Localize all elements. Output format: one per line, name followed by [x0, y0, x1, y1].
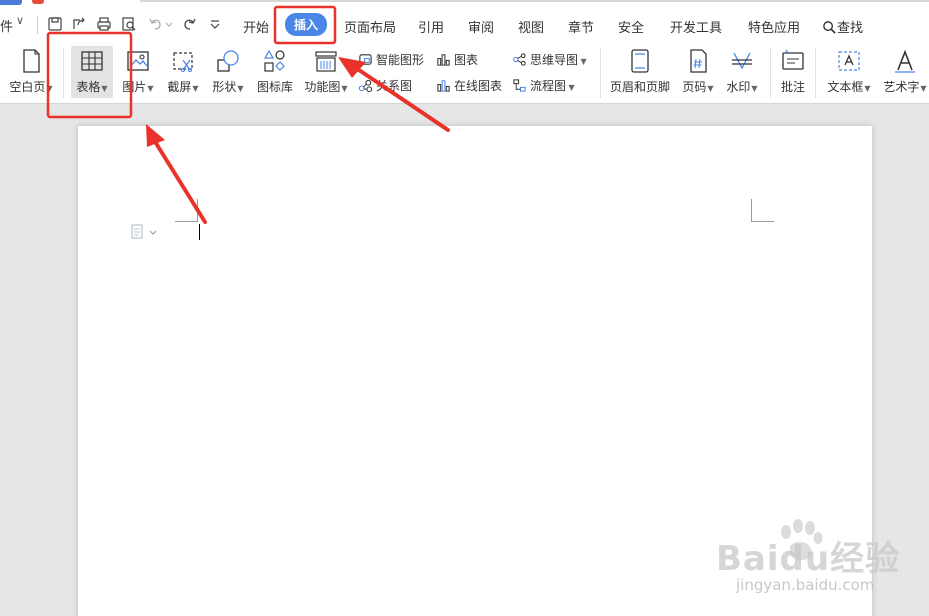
smart-graphic-button[interactable]: 智能图形 — [358, 51, 424, 68]
tab-security[interactable]: 安全 — [618, 17, 644, 36]
chart-button[interactable]: 图表 — [436, 51, 478, 68]
print-icon[interactable] — [96, 16, 112, 32]
undo-dropdown-icon[interactable] — [165, 16, 173, 32]
margin-corner-top-left — [175, 199, 198, 222]
insert-ribbon: 空白页▼ 表格▼ 图片▼ 截屏▼ 形状▼ 图标库 功能图▼ 智能图形 关系图 图… — [0, 42, 929, 104]
tab-developer-tools[interactable]: 开发工具 — [670, 17, 722, 36]
text-box-icon — [836, 48, 862, 74]
tab-home[interactable]: 开始 — [243, 17, 269, 36]
tab-review[interactable]: 审阅 — [468, 17, 494, 36]
function-chart-label: 功能图 — [304, 80, 341, 94]
tab-references[interactable]: 引用 — [418, 17, 444, 36]
tab-section[interactable]: 章节 — [568, 17, 594, 36]
header-footer-button[interactable]: 页眉和页脚 — [608, 48, 672, 95]
file-menu-caret[interactable]: ∨ — [16, 14, 24, 27]
screenshot-label: 截屏 — [167, 80, 192, 94]
comment-label: 批注 — [780, 80, 805, 94]
ribbon-divider — [770, 48, 771, 98]
watermark-label: 水印 — [726, 80, 751, 94]
paragraph-layout-icon[interactable] — [130, 223, 160, 241]
picture-icon — [125, 48, 151, 74]
ribbon-divider — [600, 48, 601, 98]
header-footer-label: 页眉和页脚 — [609, 80, 670, 94]
print-preview-icon[interactable] — [121, 16, 137, 32]
relationship-chart-icon — [358, 79, 373, 93]
table-label: 表格 — [76, 80, 101, 94]
smart-graphic-label: 智能图形 — [376, 53, 425, 67]
flowchart-button[interactable]: 流程图 ▼ — [512, 77, 575, 94]
online-chart-button[interactable]: 在线图表 — [436, 77, 502, 94]
comment-button[interactable]: 批注 — [776, 48, 810, 95]
blank-page-label: 空白页 — [9, 80, 46, 94]
shape-label: 形状 — [212, 80, 237, 94]
screenshot-button[interactable]: 截屏▼ — [164, 48, 202, 95]
text-box-button[interactable]: 文本框▼ — [824, 48, 874, 95]
picture-label: 图片 — [122, 80, 147, 94]
picture-button[interactable]: 图片▼ — [118, 48, 158, 95]
tab-view[interactable]: 视图 — [518, 17, 544, 36]
search-icon — [823, 21, 836, 34]
redo-icon[interactable] — [181, 16, 197, 32]
screenshot-icon — [170, 48, 196, 74]
tab-special-apps[interactable]: 特色应用 — [748, 17, 800, 36]
app-tab-indicator[interactable] — [32, 0, 44, 4]
watermark-brand: Baidu经验 — [716, 539, 901, 579]
search-button[interactable]: 查找 — [822, 17, 863, 36]
undo-icon[interactable] — [148, 16, 164, 32]
shape-button[interactable]: 形状▼ — [208, 48, 248, 95]
word-art-label: 艺术字 — [883, 80, 920, 94]
search-label: 查找 — [837, 21, 864, 36]
margin-corner-top-right — [751, 199, 774, 222]
online-chart-icon — [437, 80, 450, 92]
ribbon-divider — [815, 48, 816, 98]
page-number-icon — [685, 48, 711, 74]
comment-icon — [780, 48, 806, 74]
relationship-chart-label: 关系图 — [376, 79, 413, 93]
icon-library-button[interactable]: 图标库 — [254, 48, 296, 95]
chart-icon — [437, 54, 450, 66]
save-icon[interactable] — [47, 16, 63, 32]
page-number-label: 页码 — [682, 80, 707, 94]
smart-graphic-icon — [359, 54, 372, 65]
file-menu[interactable]: 件 — [0, 16, 13, 35]
page-number-button[interactable]: 页码▼ — [678, 48, 718, 95]
flowchart-icon — [513, 79, 526, 92]
word-art-button[interactable]: 艺术字▼ — [881, 48, 929, 95]
watermark-icon — [729, 48, 755, 74]
function-chart-icon — [313, 48, 339, 74]
shape-icon — [215, 48, 241, 74]
watermark-button[interactable]: 水印▼ — [722, 48, 762, 95]
export-pdf-icon[interactable] — [71, 16, 87, 32]
word-art-icon — [892, 48, 918, 74]
mind-map-label: 思维导图 — [530, 53, 579, 67]
blank-page-button[interactable]: 空白页▼ — [8, 48, 54, 95]
watermark-url: jingyan.baidu.com — [736, 576, 875, 594]
icon-library-label: 图标库 — [256, 80, 293, 94]
menu-bar: 件 ∨ 开始 插入 页面布局 引用 审阅 视图 章节 安全 开发工具 特色应用 … — [0, 6, 929, 42]
blank-page-icon — [18, 48, 44, 74]
mind-map-icon — [513, 53, 526, 66]
text-cursor — [199, 224, 200, 240]
icon-library-icon — [262, 48, 288, 74]
chart-label: 图表 — [454, 53, 479, 67]
tab-page-layout[interactable]: 页面布局 — [344, 17, 396, 36]
ribbon-divider — [63, 48, 64, 98]
tab-strip-border — [140, 0, 929, 2]
text-box-label: 文本框 — [827, 80, 864, 94]
mind-map-button[interactable]: 思维导图 ▼ — [512, 51, 587, 68]
header-footer-icon — [627, 48, 653, 74]
relationship-chart-button[interactable]: 关系图 — [358, 77, 412, 94]
document-tab-indicator[interactable] — [0, 0, 22, 5]
menu-divider — [37, 16, 38, 34]
flowchart-label: 流程图 — [530, 79, 567, 93]
function-chart-button[interactable]: 功能图▼ — [302, 48, 350, 95]
tab-insert[interactable]: 插入 — [285, 13, 328, 36]
online-chart-label: 在线图表 — [454, 79, 503, 93]
table-button[interactable]: 表格▼ — [71, 46, 113, 98]
customize-toolbar-icon[interactable] — [207, 16, 223, 32]
table-icon — [79, 48, 105, 74]
